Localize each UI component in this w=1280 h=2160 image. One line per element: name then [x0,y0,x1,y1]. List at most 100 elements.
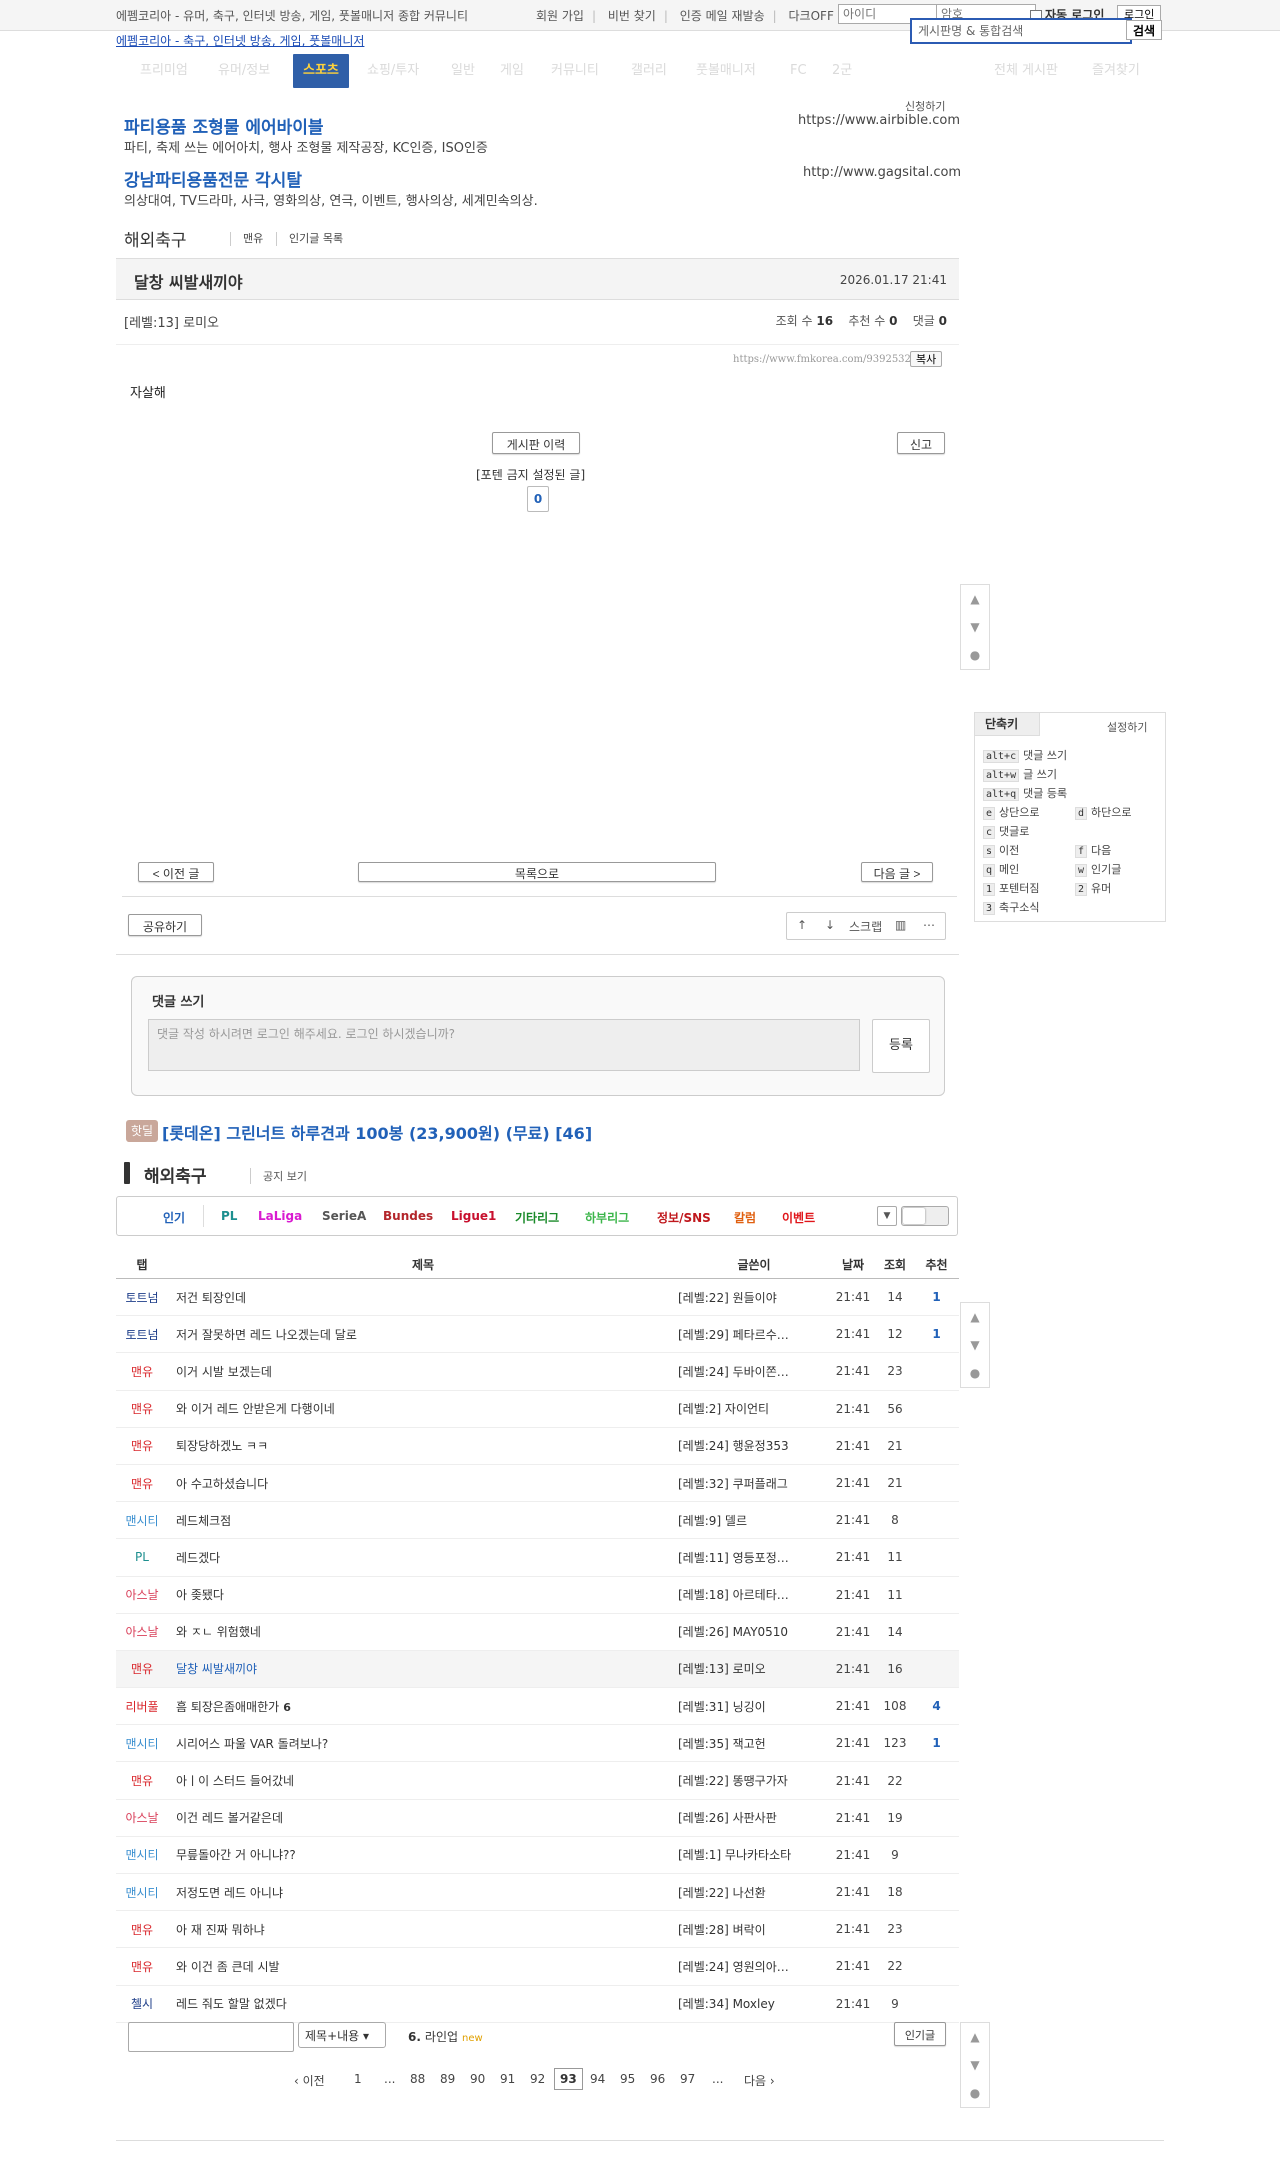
row-title[interactable]: 무릎돌아간 거 아니냐?? [168,1836,678,1875]
arrow-down-icon[interactable]: ↓ [825,918,835,932]
row-tab[interactable]: PL [116,1538,168,1577]
category-bundes[interactable]: Bundes [383,1209,433,1223]
signup-link[interactable]: 회원 가입 [536,9,584,23]
shortcut-settings-link[interactable]: 설정하기 [1107,719,1147,735]
lineup-link[interactable]: 6. 라인업 new [408,2028,483,2045]
category-lower-league[interactable]: 하부리그 [585,1209,629,1226]
category-laliga[interactable]: LaLiga [258,1209,302,1223]
view-switch[interactable] [901,1206,949,1226]
page-link[interactable]: 97 [680,2072,695,2086]
row-author[interactable]: [레벨:24] 영원의아… [678,1947,830,1986]
row-author[interactable]: [레벨:22] 똥땡구가자 [678,1761,830,1800]
comment-icon[interactable]: ● [961,641,989,669]
more-icon[interactable]: ⋯ [923,918,935,932]
popular-posts-button[interactable]: 인기글 [894,2022,946,2046]
category-ligue1[interactable]: Ligue1 [451,1209,496,1223]
row-author[interactable]: [레벨:35] 잭고헌 [678,1724,830,1763]
row-title[interactable]: 퇴장당하겠노 ㅋㅋ [168,1427,678,1465]
board-tab-popular-list[interactable]: 인기글 목록 [276,232,343,246]
category-info-sns[interactable]: 정보/SNS [657,1209,711,1226]
page-link[interactable]: 92 [530,2072,545,2086]
menu-item-general[interactable]: 일반 [451,54,475,88]
row-author[interactable]: [레벨:1] 무나카타소타 [678,1836,830,1875]
site-logo[interactable]: 에펨코리아 - 축구, 인터넷 방송, 게임, 풋볼매니저 [116,32,364,49]
category-other-league[interactable]: 기타리그 [515,1209,559,1226]
row-author[interactable]: [레벨:26] 사판사판 [678,1799,830,1837]
row-tab[interactable]: 맨시티 [116,1873,168,1912]
post-url[interactable]: https://www.fmkorea.com/9392532583 [733,354,930,365]
page-link[interactable]: 89 [440,2072,455,2086]
menu-item-2nd[interactable]: 2군 [832,54,852,88]
find-password-link[interactable]: 비번 찾기 [608,9,656,23]
row-tab[interactable]: 아스날 [116,1799,168,1837]
row-tab[interactable]: 첼시 [116,1985,168,2023]
row-title[interactable]: 이건 레드 볼거같은데 [168,1799,678,1837]
row-author[interactable]: [레벨:34] Moxley [678,1985,830,2023]
ad-url[interactable]: http://www.gagsital.com [803,165,961,180]
page-link[interactable]: 96 [650,2072,665,2086]
row-tab[interactable]: 맨유 [116,1650,168,1689]
row-tab[interactable]: 아스날 [116,1576,168,1614]
category-pl[interactable]: PL [221,1209,237,1223]
row-author[interactable]: [레벨:11] 영등포정… [678,1538,830,1577]
row-title[interactable]: 레드체크점 [168,1501,678,1540]
row-title[interactable]: 흠 퇴장은좀애매한가 6 [168,1687,678,1726]
row-author[interactable]: [레벨:22] 원들이야 [678,1278,830,1317]
row-title[interactable]: 레드겠다 [168,1538,678,1577]
row-title[interactable]: 아 좆됐다 [168,1576,678,1614]
row-author[interactable]: [레벨:29] 페타르수… [678,1315,830,1354]
menu-item-community[interactable]: 커뮤니티 [551,54,599,88]
comment-icon[interactable]: ● [961,1359,989,1387]
table-row[interactable]: 아스날 와 ㅈㄴ 위험했네 [레벨:26] MAY0510 21:41 14 [116,1613,959,1651]
board-history-button[interactable]: 게시판 이력 [492,432,580,454]
comment-submit-button[interactable]: 등록 [872,1019,930,1073]
scroll-bottom-icon[interactable]: ▼ [961,613,989,641]
table-row[interactable]: 맨유 아 재 진짜 뭐하냐 [레벨:28] 벼락이 21:41 23 [116,1910,959,1949]
scroll-bottom-icon[interactable]: ▼ [961,2051,989,2079]
table-row[interactable]: 맨유 아 수고하셨습니다 [레벨:32] 쿠퍼플래그 21:41 21 [116,1464,959,1503]
scroll-top-icon[interactable]: ▲ [961,1303,989,1331]
row-author[interactable]: [레벨:18] 아르테타… [678,1576,830,1614]
table-row[interactable]: 첼시 레드 줘도 할말 없겠다 [레벨:34] Moxley 21:41 9 [116,1985,959,2023]
menu-item-gallery[interactable]: 갤러리 [631,54,667,88]
row-title[interactable]: 저건 퇴장인데 [168,1278,678,1317]
scroll-bottom-icon[interactable]: ▼ [961,1331,989,1359]
page-link[interactable]: 1 [354,2072,362,2086]
post-author[interactable]: [레벨:13] 로미오 [124,312,219,331]
row-title[interactable]: 와 ㅈㄴ 위험했네 [168,1613,678,1651]
table-row[interactable]: PL 레드겠다 [레벨:11] 영등포정… 21:41 11 [116,1538,959,1577]
row-title[interactable]: 아ㅣ이 스터드 들어갔네 [168,1761,678,1800]
comment-input[interactable]: 댓글 작성 하시려면 로그인 해주세요. 로그인 하시겠습니까? [148,1019,860,1071]
ad-title[interactable]: 파티용품 조형물 에어바이블 [124,113,324,138]
row-author[interactable]: [레벨:28] 벼락이 [678,1910,830,1949]
table-row[interactable]: 토트넘 저거 잘못하면 레드 나오겠는데 달로 [레벨:29] 페타르수… 21:41… [116,1315,959,1354]
table-row[interactable]: 아스날 이건 레드 볼거같은데 [레벨:26] 사판사판 21:41 19 [116,1799,959,1837]
menu-item-premium[interactable]: 프리미엄 [140,54,188,88]
recommend-button[interactable]: 0 [527,486,549,512]
row-tab[interactable]: 맨유 [116,1427,168,1465]
ad-apply-link[interactable]: 신청하기 [905,98,945,114]
search-type-select[interactable]: 제목+내용 ▾ [298,2022,386,2048]
row-tab[interactable]: 아스날 [116,1613,168,1651]
next-post-button[interactable]: 다음 글 > [861,862,933,882]
row-author[interactable]: [레벨:24] 두바이쫀… [678,1352,830,1391]
row-tab[interactable]: 리버풀 [116,1687,168,1726]
page-link[interactable]: 88 [410,2072,425,2086]
row-title[interactable]: 달창 씨발새끼야 [168,1650,678,1689]
row-author[interactable]: [레벨:13] 로미오 [678,1650,830,1689]
row-tab[interactable]: 맨유 [116,1390,168,1428]
row-title[interactable]: 아 재 진짜 뭐하냐 [168,1910,678,1949]
view-toggle[interactable]: ▼ [877,1206,949,1226]
row-tab[interactable]: 맨시티 [116,1836,168,1875]
prev-post-button[interactable]: < 이전 글 [138,862,214,882]
row-title[interactable]: 저거 잘못하면 레드 나오겠는데 달로 [168,1315,678,1354]
table-row[interactable]: 맨유 아ㅣ이 스터드 들어갔네 [레벨:22] 똥땡구가자 21:41 22 [116,1761,959,1800]
ad-title[interactable]: 강남파티용품전문 각시탈 [124,166,302,191]
row-title[interactable]: 이거 시발 보겠는데 [168,1352,678,1391]
category-seriea[interactable]: SerieA [322,1209,366,1223]
row-author[interactable]: [레벨:32] 쿠퍼플래그 [678,1464,830,1503]
copy-url-button[interactable]: 복사 [910,351,943,367]
page-prev-link[interactable]: ‹ 이전 [294,2072,325,2089]
table-row[interactable]: 맨유 와 이건 좀 큰데 시발 [레벨:24] 영원의아… 21:41 22 [116,1947,959,1986]
page-next-link[interactable]: 다음 › [744,2072,775,2089]
